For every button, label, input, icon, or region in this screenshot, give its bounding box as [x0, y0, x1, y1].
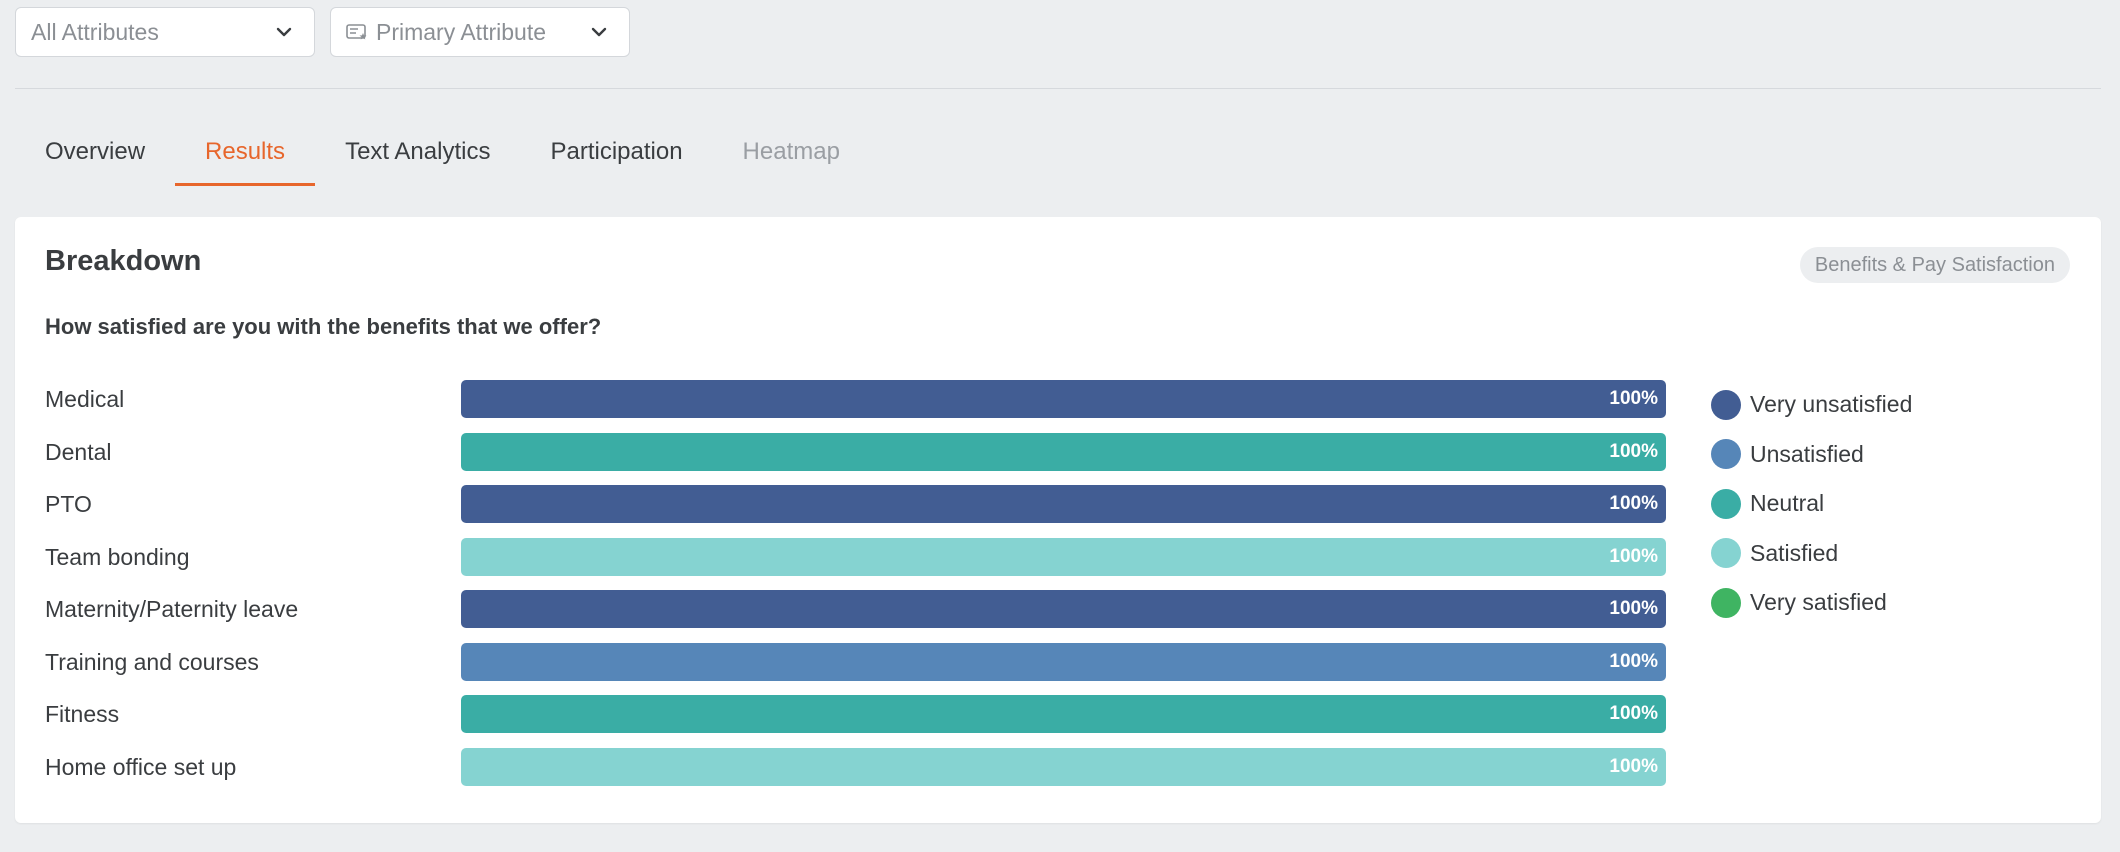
legend-item: Unsatisfied	[1711, 430, 1912, 480]
breakdown-row: Team bonding 100%	[45, 537, 1695, 591]
filter-bar: All Attributes Primary Attribute	[15, 7, 630, 57]
legend-label: Neutral	[1750, 490, 1825, 517]
breakdown-card: Breakdown Benefits & Pay Satisfaction Ho…	[15, 217, 2101, 823]
bar-value-label: 100%	[1609, 703, 1658, 724]
bar-segment[interactable]: 100%	[461, 485, 1666, 523]
bar-segment[interactable]: 100%	[461, 590, 1666, 628]
chart-legend: Very unsatisfied Unsatisfied Neutral Satisf…	[1711, 380, 1912, 628]
bar-value-label: 100%	[1609, 598, 1658, 619]
breakdown-row: Dental 100%	[45, 432, 1695, 486]
chevron-down-icon	[589, 22, 609, 42]
bar-track: 100%	[461, 695, 1666, 733]
bar-segment[interactable]: 100%	[461, 380, 1666, 418]
bar-track: 100%	[461, 432, 1666, 471]
card-title: Breakdown	[45, 245, 202, 277]
bar-track: 100%	[461, 485, 1666, 523]
row-label: Home office set up	[45, 753, 237, 780]
row-label: PTO	[45, 491, 92, 517]
legend-item: Very unsatisfied	[1711, 380, 1912, 430]
bar-value-label: 100%	[1609, 755, 1658, 777]
legend-dot-icon	[1711, 439, 1741, 470]
breakdown-row: Home office set up 100%	[45, 747, 1695, 801]
bar-track: 100%	[461, 590, 1666, 628]
legend-label: Unsatisfied	[1750, 440, 1864, 467]
row-label: Training and courses	[45, 648, 259, 675]
category-tag: Benefits & Pay Satisfaction	[1799, 247, 2070, 283]
bar-segment[interactable]: 100%	[461, 432, 1666, 471]
row-label: Dental	[45, 438, 112, 465]
chevron-down-icon	[274, 22, 294, 42]
divider	[15, 88, 2101, 89]
bar-track: 100%	[461, 642, 1666, 681]
all-attributes-dropdown[interactable]: All Attributes	[15, 7, 315, 57]
bar-segment[interactable]: 100%	[461, 695, 1666, 733]
legend-label: Very satisfied	[1750, 589, 1887, 616]
breakdown-row: PTO 100%	[45, 485, 1695, 538]
bar-segment[interactable]: 100%	[461, 537, 1666, 576]
bar-track: 100%	[461, 747, 1666, 786]
all-attributes-label: All Attributes	[31, 18, 159, 45]
tab-heatmap[interactable]: Heatmap	[713, 118, 870, 186]
bar-segment[interactable]: 100%	[461, 642, 1666, 681]
bar-value-label: 100%	[1609, 440, 1658, 462]
tab-participation[interactable]: Participation	[520, 118, 712, 186]
breakdown-row: Fitness 100%	[45, 695, 1695, 748]
bar-value-label: 100%	[1609, 493, 1658, 514]
primary-attribute-label: Primary Attribute	[376, 18, 546, 45]
question-text: How satisfied are you with the benefits …	[45, 314, 602, 339]
primary-attribute-dropdown[interactable]: Primary Attribute	[330, 7, 630, 57]
breakdown-row: Training and courses 100%	[45, 642, 1695, 696]
row-label: Maternity/Paternity leave	[45, 596, 299, 622]
tab-results[interactable]: Results	[175, 118, 316, 186]
breakdown-row: Maternity/Paternity leave 100%	[45, 590, 1695, 643]
bar-track: 100%	[461, 537, 1666, 576]
bar-track: 100%	[461, 380, 1666, 418]
bar-value-label: 100%	[1609, 650, 1658, 672]
legend-item: Neutral	[1711, 479, 1912, 529]
row-label: Team bonding	[45, 543, 190, 570]
legend-label: Satisfied	[1750, 539, 1839, 566]
tab-overview[interactable]: Overview	[15, 118, 175, 186]
legend-item: Very satisfied	[1711, 578, 1912, 628]
bar-segment[interactable]: 100%	[461, 747, 1666, 786]
legend-dot-icon	[1711, 389, 1741, 420]
attribute-card-icon	[346, 23, 368, 41]
tab-bar: Overview Results Text Analytics Particip…	[15, 118, 870, 188]
breakdown-row: Medical 100%	[45, 380, 1695, 433]
legend-dot-icon	[1711, 538, 1741, 569]
legend-label: Very unsatisfied	[1750, 391, 1913, 418]
row-label: Medical	[45, 386, 125, 412]
legend-dot-icon	[1711, 587, 1741, 618]
results-page: All Attributes Primary Attribute Overvie…	[0, 0, 2120, 852]
bar-value-label: 100%	[1609, 388, 1658, 409]
bar-value-label: 100%	[1609, 545, 1658, 567]
legend-item: Satisfied	[1711, 529, 1912, 579]
breakdown-chart: Medical 100% Dental 100% PTO 100% Team bonding…	[45, 380, 1695, 800]
tab-text-analytics[interactable]: Text Analytics	[315, 118, 520, 186]
legend-dot-icon	[1711, 488, 1741, 519]
row-label: Fitness	[45, 701, 120, 727]
